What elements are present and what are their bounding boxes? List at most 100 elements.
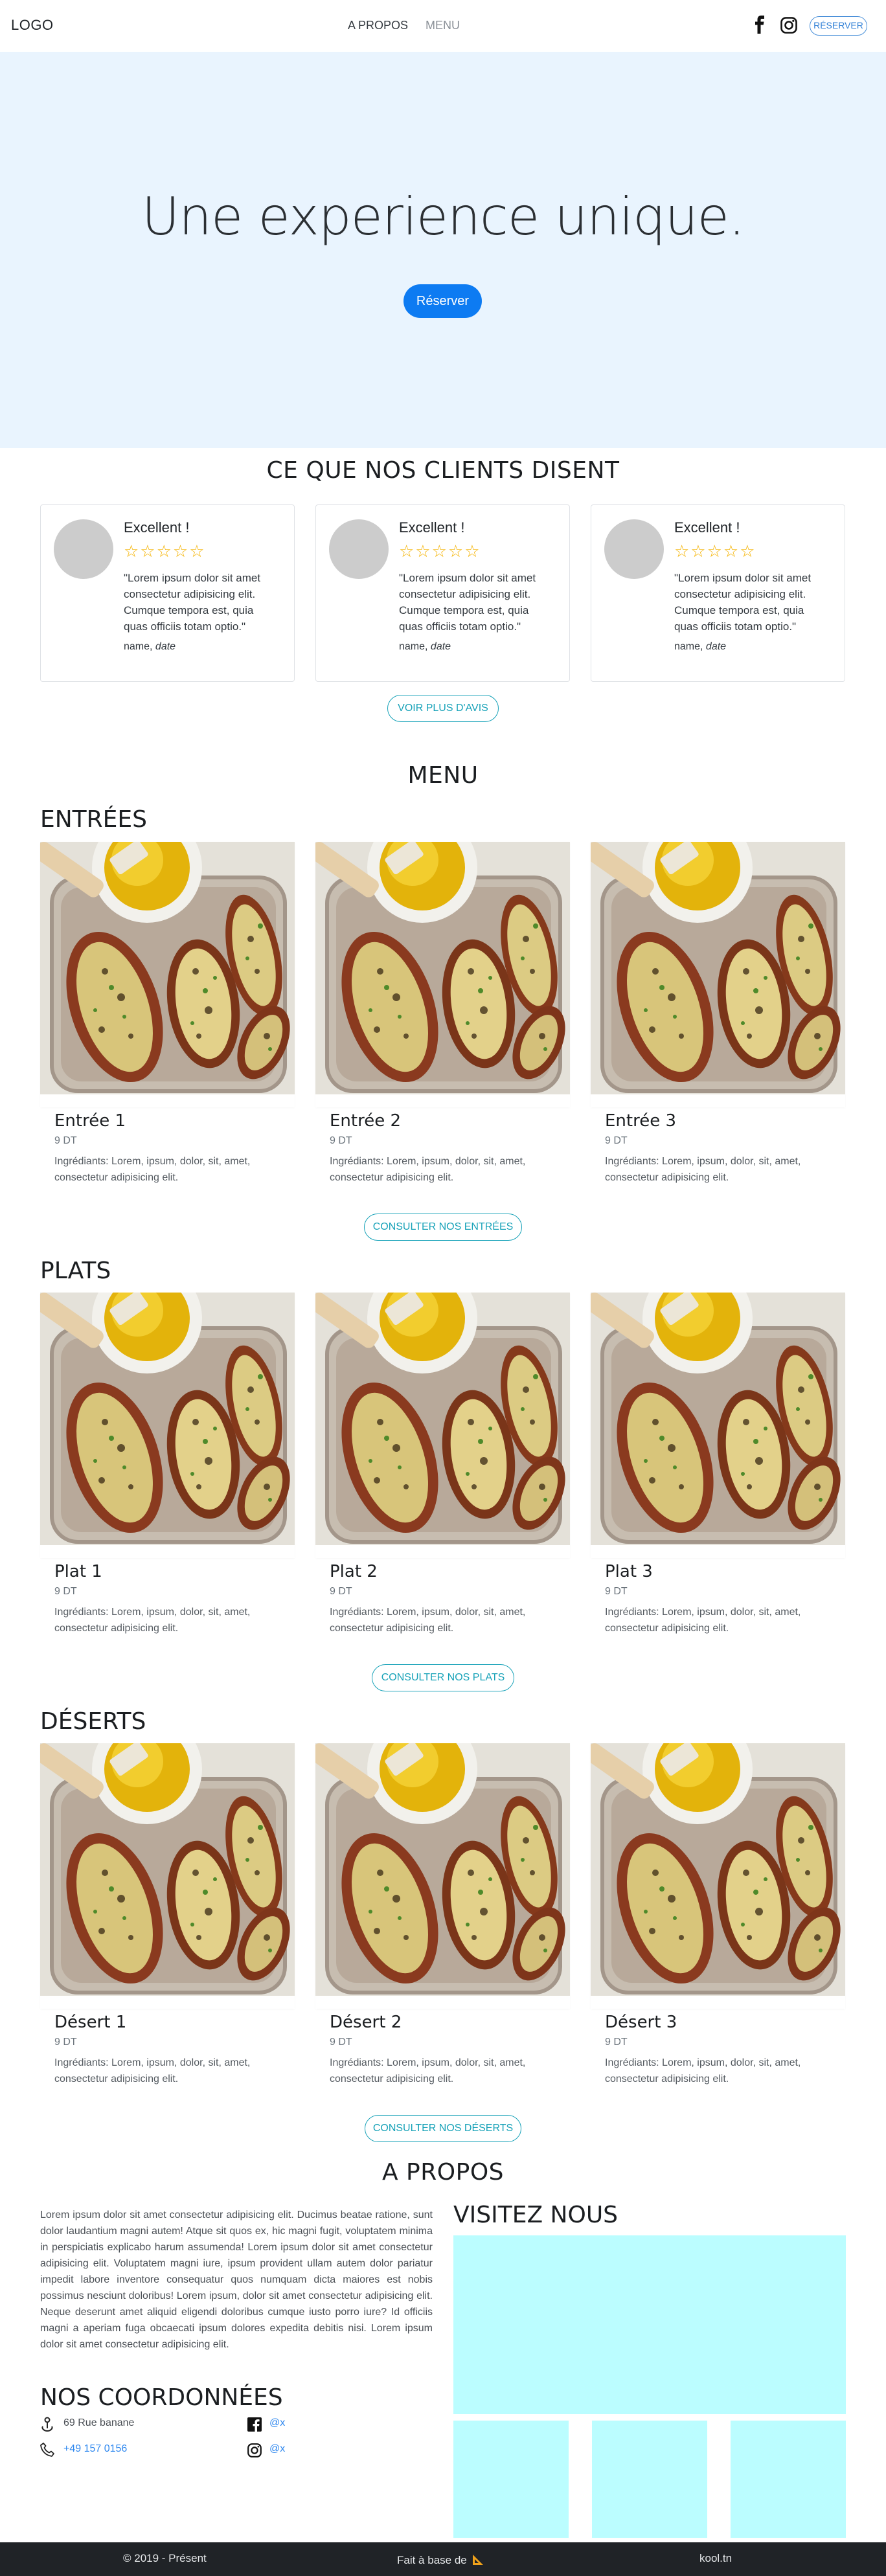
menu-card[interactable]: Entrée 3 9 DT Ingrédiants: Lorem, ipsum,… <box>591 842 845 1183</box>
menu-card[interactable]: Plat 3 9 DT Ingrédiants: Lorem, ipsum, d… <box>591 1293 845 1634</box>
dish-name: Entrée 1 <box>54 1111 126 1131</box>
visit-photo-main <box>453 2235 846 2414</box>
review-meta: name, date <box>399 641 451 653</box>
instagram-small-icon <box>247 2443 262 2457</box>
consult-entrees-button[interactable]: CONSULTER NOS ENTRÉES <box>364 1214 522 1241</box>
dish-price: 9 DT <box>54 1586 77 1597</box>
dish-price: 9 DT <box>605 1586 628 1597</box>
dish-price: 9 DT <box>54 1135 77 1146</box>
category-title-entrees: ENTRÉES <box>40 806 148 833</box>
review-name: name, <box>124 641 153 652</box>
review-date: date <box>155 641 176 652</box>
menu-card[interactable]: Entrée 2 9 DT Ingrédiants: Lorem, ipsum,… <box>315 842 570 1183</box>
dish-ingredients: Ingrédiants: Lorem, ipsum, dolor, sit, a… <box>54 2057 251 2085</box>
dish-name: Désert 1 <box>54 2013 127 2032</box>
avatar <box>54 519 113 579</box>
dish-name: Plat 1 <box>54 1562 102 1581</box>
menu-title: MENU <box>407 762 479 789</box>
category-title-plats: PLATS <box>40 1258 111 1284</box>
menu-card[interactable]: Désert 1 9 DT Ingrédiants: Lorem, ipsum,… <box>40 1743 295 2085</box>
review-title: Excellent ! <box>399 519 465 536</box>
dish-name: Entrée 2 <box>330 1111 402 1131</box>
phone-icon <box>40 2443 54 2457</box>
menu-card[interactable]: Désert 3 9 DT Ingrédiants: Lorem, ipsum,… <box>591 1743 845 2085</box>
facebook-square-icon <box>247 2417 262 2432</box>
visit-title: VISITEZ NOUS <box>453 2202 619 2228</box>
phone-link[interactable]: +49 157 0156 <box>63 2443 127 2455</box>
dish-name: Désert 3 <box>605 2013 677 2032</box>
review-card: Excellent ! ☆☆☆☆☆ "Lorem ipsum dolor sit… <box>591 504 845 682</box>
visit-photo <box>453 2421 569 2538</box>
instagram-icon[interactable] <box>780 17 797 34</box>
visit-photo <box>592 2421 707 2538</box>
review-date: date <box>430 641 451 652</box>
reviews-title: CE QUE NOS CLIENTS DISENT <box>266 457 620 484</box>
review-name: name, <box>399 641 428 652</box>
reserve-button-nav[interactable]: RÉSERVER <box>810 16 867 36</box>
review-name: name, <box>674 641 703 652</box>
dish-photo <box>315 1293 570 1545</box>
consult-plats-button[interactable]: CONSULTER NOS PLATS <box>372 1664 514 1691</box>
dish-price: 9 DT <box>605 1135 628 1146</box>
dish-photo <box>315 842 570 1094</box>
dish-price: 9 DT <box>330 1586 352 1597</box>
address-text: 69 Rue banane <box>63 2417 135 2428</box>
footer-made-with: Fait à base de <box>397 2552 484 2567</box>
review-title: Excellent ! <box>124 519 190 536</box>
facebook-icon[interactable] <box>753 16 766 34</box>
review-text: "Lorem ipsum dolor sit amet consectetur … <box>124 572 261 633</box>
dish-ingredients: Ingrédiants: Lorem, ipsum, dolor, sit, a… <box>330 1156 526 1183</box>
dish-image <box>40 1743 295 1996</box>
review-text: "Lorem ipsum dolor sit amet consectetur … <box>399 572 536 633</box>
star-rating: ☆☆☆☆☆ <box>399 541 481 561</box>
dish-image <box>591 1743 845 1996</box>
dish-ingredients: Ingrédiants: Lorem, ipsum, dolor, sit, a… <box>330 1607 526 1634</box>
menu-card[interactable]: Plat 1 9 DT Ingrédiants: Lorem, ipsum, d… <box>40 1293 295 1634</box>
nav-link-menu[interactable]: MENU <box>426 19 460 32</box>
review-card: Excellent ! ☆☆☆☆☆ "Lorem ipsum dolor sit… <box>40 504 295 682</box>
dish-photo <box>591 1743 845 1996</box>
hero-title: Une experience unique. <box>141 186 745 247</box>
dish-image <box>40 842 295 1094</box>
ruler-triangle-icon <box>473 2555 484 2565</box>
dish-image <box>591 842 845 1094</box>
dish-image <box>591 1293 845 1545</box>
dish-name: Plat 3 <box>605 1562 653 1581</box>
dish-ingredients: Ingrédiants: Lorem, ipsum, dolor, sit, a… <box>605 1607 801 1634</box>
dish-price: 9 DT <box>330 2037 352 2048</box>
star-rating: ☆☆☆☆☆ <box>124 541 206 561</box>
hero-section: Une experience unique. Réserver <box>0 52 886 448</box>
dish-ingredients: Ingrédiants: Lorem, ipsum, dolor, sit, a… <box>605 1156 801 1183</box>
dish-image <box>315 1743 570 1996</box>
instagram-link[interactable]: @x <box>269 2443 285 2455</box>
dish-image <box>315 1293 570 1545</box>
apropos-title: A PROPOS <box>381 2159 505 2186</box>
map-pin-icon <box>41 2417 53 2432</box>
dish-price: 9 DT <box>605 2037 628 2048</box>
dish-photo <box>40 1743 295 1996</box>
apropos-text: Lorem ipsum dolor sit amet consectetur a… <box>40 2209 433 2350</box>
footer-site[interactable]: kool.tn <box>699 2552 732 2565</box>
star-rating: ☆☆☆☆☆ <box>674 541 756 561</box>
review-text: "Lorem ipsum dolor sit amet consectetur … <box>674 572 812 633</box>
review-card: Excellent ! ☆☆☆☆☆ "Lorem ipsum dolor sit… <box>315 504 570 682</box>
dish-price: 9 DT <box>330 1135 352 1146</box>
navbar: LOGO A PROPOS MENU RÉSERVER <box>0 0 886 52</box>
dish-price: 9 DT <box>54 2037 77 2048</box>
dish-name: Entrée 3 <box>605 1111 677 1131</box>
menu-card[interactable]: Plat 2 9 DT Ingrédiants: Lorem, ipsum, d… <box>315 1293 570 1634</box>
dish-ingredients: Ingrédiants: Lorem, ipsum, dolor, sit, a… <box>330 2057 526 2085</box>
facebook-link[interactable]: @x <box>269 2417 285 2429</box>
avatar <box>329 519 389 579</box>
logo[interactable]: LOGO <box>11 17 54 34</box>
reserve-button-hero[interactable]: Réserver <box>403 284 482 318</box>
dish-ingredients: Ingrédiants: Lorem, ipsum, dolor, sit, a… <box>605 2057 801 2085</box>
consult-deserts-button[interactable]: CONSULTER NOS DÉSERTS <box>365 2115 521 2142</box>
menu-card[interactable]: Entrée 1 9 DT Ingrédiants: Lorem, ipsum,… <box>40 842 295 1183</box>
dish-photo <box>315 1743 570 1996</box>
menu-card[interactable]: Désert 2 9 DT Ingrédiants: Lorem, ipsum,… <box>315 1743 570 2085</box>
nav-link-apropos[interactable]: A PROPOS <box>348 19 408 32</box>
dish-ingredients: Ingrédiants: Lorem, ipsum, dolor, sit, a… <box>54 1156 251 1183</box>
more-reviews-button[interactable]: VOIR PLUS D'AVIS <box>387 695 499 722</box>
footer-copyright: © 2019 - Présent <box>123 2552 207 2564</box>
